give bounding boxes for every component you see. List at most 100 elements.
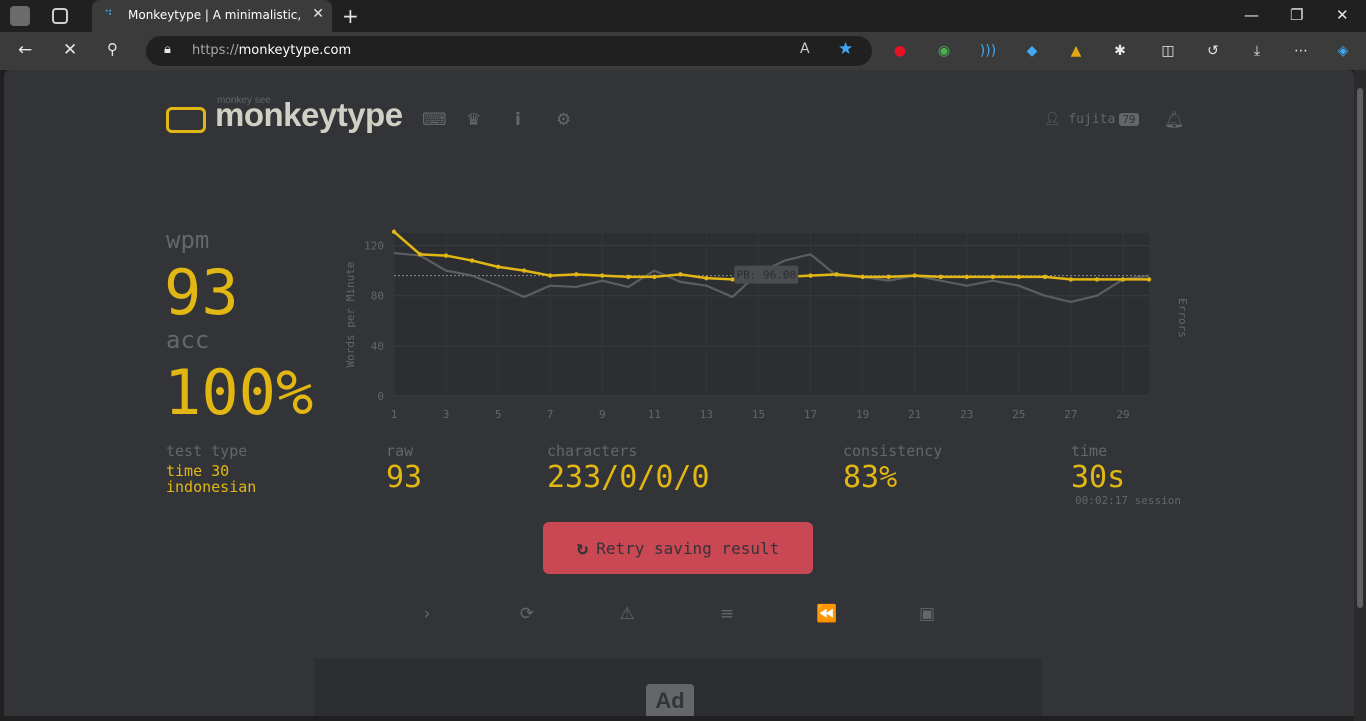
test-type-label: test type [166,442,248,460]
characters-label: characters [547,442,638,460]
search-icon[interactable]: ⚲ [107,40,118,58]
y-tick-label: 40 [371,340,384,353]
wpm-point [834,272,839,277]
stop-loading-icon[interactable]: ✕ [63,40,77,60]
raw-label: raw [386,442,414,460]
scrollbar-thumb[interactable] [1357,88,1363,608]
consistency-value: 83% [843,460,898,495]
watch-replay-icon[interactable]: ⏪ [812,604,842,628]
split-screen-icon[interactable]: ◫ [1158,41,1178,61]
x-tick-label: 7 [547,408,554,421]
wpm-point [469,258,475,263]
retry-label: Retry saving result [596,538,780,558]
pb-label: PB: 96.00 [736,269,796,282]
restore-icon[interactable]: ❐ [1290,6,1303,24]
window-close-icon[interactable]: ✕ [1336,6,1349,24]
session-time: 00:02:17 session [1075,494,1181,507]
settings-gear-icon[interactable]: ⚙ [556,110,571,130]
address-bar[interactable]: 🔒︎ https://monkeytype.com A ★ [146,36,872,66]
x-tick-label: 15 [752,408,765,421]
ad-badge: Ad [646,684,694,716]
x-tick-label: 3 [443,408,450,421]
x-tick-label: 29 [1116,408,1129,421]
wpm-point [678,272,683,277]
retry-saving-button[interactable]: ↻ Retry saving result [543,522,813,574]
leaderboard-crown-icon[interactable]: ♛ [466,110,481,130]
browser-tab-active[interactable]: ⠙ Monkeytype | A minimalistic, cust ✕ [92,0,332,32]
time-label: time [1071,442,1108,460]
page-scrollbar[interactable] [1354,70,1366,721]
x-tick-label: 25 [1012,408,1025,421]
wpm-point [1042,274,1048,280]
wpm-point [1120,277,1126,282]
wpm-point [730,277,735,282]
shield-extension-icon[interactable]: ◆ [1022,41,1042,61]
y-tick-label: 120 [364,240,384,253]
characters-value: 233/0/0/0 [547,460,710,495]
keyboard-icon[interactable]: ⌨ [422,110,447,130]
x-tick-label: 5 [495,408,502,421]
downloads-icon[interactable]: ⤓ [1247,41,1267,61]
color-extension-icon[interactable]: ◉ [934,41,954,61]
x-tick-label: 19 [856,408,869,421]
logo-text[interactable]: monkeytype [215,96,403,134]
profile-avatar-icon[interactable] [10,6,30,26]
wpm-point [417,252,423,257]
wpm-point [938,274,943,280]
wpm-point [912,273,917,278]
copilot-icon[interactable]: ◈ [1333,41,1353,61]
wireless-extension-icon[interactable]: ))) [978,41,998,61]
wpm-point [704,275,709,281]
practice-words-warning-icon[interactable]: ⚠ [612,604,642,628]
workspaces-icon[interactable] [52,8,68,24]
x-tick-label: 21 [908,408,921,421]
tab-close-icon[interactable]: ✕ [312,6,324,22]
favorite-star-icon[interactable]: ★ [838,39,853,59]
restart-test-icon[interactable]: ⟳ [512,604,542,628]
chart-plot-area [394,233,1149,396]
wpm-point [495,264,501,270]
x-tick-label: 11 [648,408,661,421]
keyboard-logo-icon[interactable] [166,107,206,133]
x-tick-label: 23 [960,408,973,421]
page-content: monkey see monkeytype ⌨ ♛ i ⚙ 👤︎ fujita 7… [4,70,1354,716]
username: fujita [1068,112,1116,127]
acc-label: acc [166,326,210,354]
extensions-puzzle-icon[interactable]: ✱ [1110,41,1130,61]
wpm-point [860,274,865,280]
test-type-language: indonesian [166,478,257,496]
tab-title: Monkeytype | A minimalistic, cust [128,8,300,22]
about-info-icon[interactable]: i [515,110,521,130]
wpm-value: 93 [164,256,239,329]
more-menu-icon[interactable]: ⋯ [1291,41,1311,61]
x-tick-label: 13 [700,408,713,421]
minimize-icon[interactable]: — [1244,6,1259,24]
notifications-bell-icon[interactable]: 🔔︎ [1164,110,1184,129]
x-tick-label: 27 [1064,408,1077,421]
wpm-chart[interactable]: 040801201 3 5 7 9 11 13 15 17 19 21 23 25 27 29Words p… [334,228,1204,428]
wpm-point [964,274,969,280]
hat-extension-icon[interactable]: ▲ [1066,41,1086,61]
level-badge: 79 [1119,113,1139,126]
user-account[interactable]: 👤︎ fujita 79 [1044,112,1139,127]
user-icon: 👤︎ [1044,112,1061,127]
next-test-icon[interactable]: › [412,604,442,628]
wpm-point [808,273,813,278]
y2-axis-title: Errors [1176,298,1189,338]
wpm-point [1068,277,1074,282]
browser-toolbar: ← ✕ ⚲ 🔒︎ https://monkeytype.com A ★ ● ◉ … [0,32,1366,70]
save-screenshot-icon[interactable]: ▣ [912,604,942,628]
wpm-point [1146,277,1152,282]
test-type-mode: time 30 [166,462,230,480]
adblock-extension-icon[interactable]: ● [890,41,910,61]
wpm-point [886,274,891,280]
new-tab-icon[interactable]: + [342,4,359,28]
y-tick-label: 0 [377,390,384,403]
read-aloud-icon[interactable]: A [800,41,810,57]
consistency-label: consistency [843,442,943,460]
raw-value: 93 [386,460,423,495]
back-icon[interactable]: ← [18,40,32,60]
lock-icon: 🔒︎ [164,42,171,57]
show-words-history-icon[interactable]: ≡ [712,604,742,628]
history-icon[interactable]: ↺ [1203,41,1223,61]
